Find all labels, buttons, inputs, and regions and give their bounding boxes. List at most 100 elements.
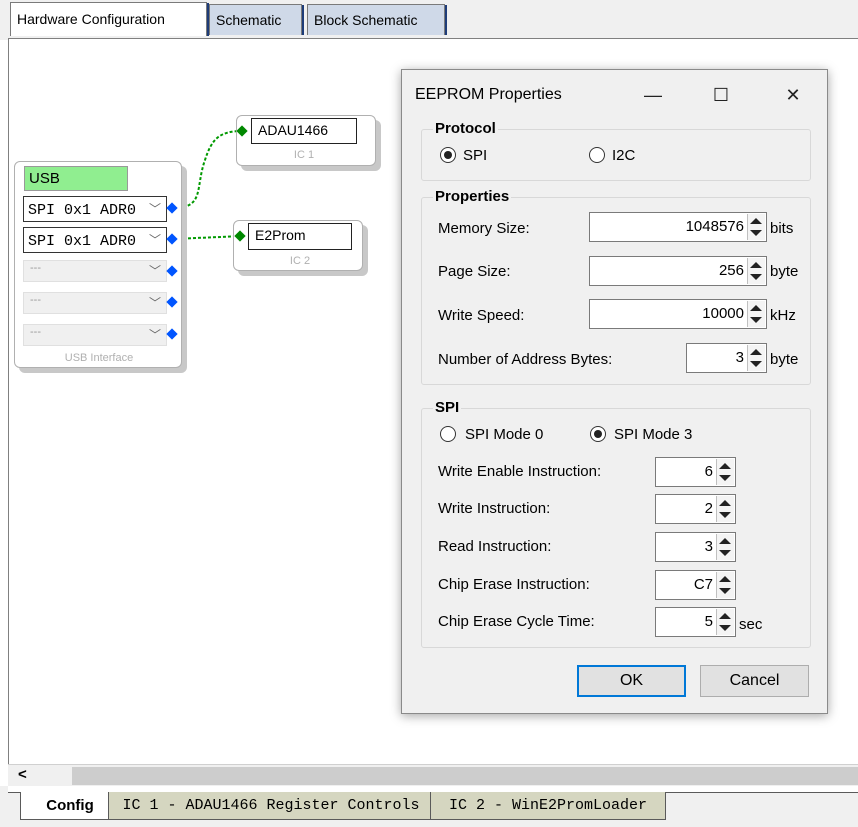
spin-up-icon [750, 305, 762, 311]
usb-block-header[interactable]: USB [24, 166, 128, 191]
field-value: C7 [693, 576, 713, 593]
field-value: 1048576 [685, 218, 744, 235]
spin-down-icon [719, 550, 731, 556]
spin-down-icon [719, 588, 731, 594]
spin-buttons[interactable] [747, 258, 765, 284]
tab-ic2-wine2promloader[interactable]: IC 2 - WinE2PromLoader [430, 792, 666, 820]
field-value: 2 [704, 500, 713, 517]
spin-buttons[interactable] [747, 345, 765, 371]
bottom-tab-strip: Config IC 1 - ADAU1466 Register Controls… [0, 786, 858, 827]
ic1-block[interactable]: ADAU1466 IC 1 [236, 115, 376, 166]
chevron-down-icon: ﹀ [148, 296, 161, 310]
unit-label: bits [770, 220, 794, 237]
spin-down-icon [750, 317, 762, 323]
tab-config[interactable]: Config [20, 792, 120, 820]
group-label: SPI [433, 399, 462, 416]
radio-spi-mode-0[interactable] [440, 426, 456, 442]
radio-i2c[interactable] [589, 147, 605, 163]
spin-up-icon [719, 463, 731, 469]
tab-ic1-register-controls[interactable]: IC 1 - ADAU1466 Register Controls [108, 792, 434, 820]
dropdown-value: SPI 0x1 ADR0 [28, 233, 137, 250]
write-enable-instruction-input[interactable]: 6 [655, 457, 736, 487]
spin-up-icon [719, 613, 731, 619]
field-value: 3 [704, 538, 713, 555]
spin-buttons[interactable] [716, 572, 734, 598]
unit-label: sec [739, 616, 763, 633]
block-caption: IC 1 [293, 149, 315, 161]
address-bytes-label: Number of Address Bytes: [438, 351, 613, 368]
radio-spi[interactable] [440, 147, 456, 163]
chevron-down-icon: ﹀ [148, 328, 161, 342]
usb-port-dropdown[interactable]: SPI 0x1 ADR0 ﹀ [23, 196, 167, 222]
field-value: 3 [735, 349, 744, 366]
chevron-down-icon: ﹀ [148, 202, 161, 216]
dropdown-value: --- [30, 262, 41, 274]
write-enable-instruction-label: Write Enable Instruction: [438, 463, 602, 480]
ic2-block[interactable]: E2Prom IC 2 [233, 220, 363, 271]
spin-buttons[interactable] [747, 214, 765, 240]
cancel-button[interactable]: Cancel [700, 665, 809, 697]
spin-buttons[interactable] [716, 459, 734, 485]
write-instruction-input[interactable]: 2 [655, 494, 736, 524]
address-bytes-input[interactable]: 3 [686, 343, 767, 373]
chevron-down-icon: ﹀ [148, 264, 161, 278]
chip-erase-cycle-time-label: Chip Erase Cycle Time: [438, 613, 595, 630]
write-speed-label: Write Speed: [438, 307, 525, 324]
page-size-label: Page Size: [438, 263, 511, 280]
radio-label: I2C [612, 147, 636, 164]
spin-down-icon [719, 512, 731, 518]
scroll-left-arrow[interactable]: < [18, 766, 27, 783]
minimize-button[interactable]: — [630, 80, 676, 110]
radio-label: SPI Mode 0 [465, 426, 544, 443]
write-instruction-label: Write Instruction: [438, 500, 551, 517]
dropdown-value: SPI 0x1 ADR0 [28, 202, 137, 219]
spin-down-icon [750, 274, 762, 280]
ok-button[interactable]: OK [577, 665, 686, 697]
usb-port-dropdown[interactable]: SPI 0x1 ADR0 ﹀ [23, 227, 167, 253]
read-instruction-label: Read Instruction: [438, 538, 552, 555]
close-button[interactable]: ✕ [770, 80, 816, 110]
chip-erase-instruction-label: Chip Erase Instruction: [438, 576, 590, 593]
spin-buttons[interactable] [747, 301, 765, 327]
dropdown-value: --- [30, 326, 41, 338]
spin-up-icon [750, 262, 762, 268]
maximize-button[interactable]: ☐ [698, 80, 744, 110]
spin-up-icon [750, 349, 762, 355]
write-speed-input[interactable]: 10000 [589, 299, 767, 329]
usb-port-dropdown[interactable]: --- ﹀ [23, 324, 167, 346]
ic1-name: ADAU1466 [251, 118, 357, 144]
block-caption: IC 2 [289, 255, 311, 267]
field-value: 10000 [702, 305, 744, 322]
spin-up-icon [719, 500, 731, 506]
usb-interface-block[interactable]: USB SPI 0x1 ADR0 ﹀ SPI 0x1 ADR0 ﹀ --- ﹀ ---… [14, 161, 182, 368]
radio-spi-mode-3[interactable] [590, 426, 606, 442]
spin-buttons[interactable] [716, 496, 734, 522]
usb-port-dropdown[interactable]: --- ﹀ [23, 292, 167, 314]
spin-down-icon [719, 475, 731, 481]
spin-up-icon [750, 218, 762, 224]
unit-label: byte [770, 351, 799, 368]
unit-label: byte [770, 263, 799, 280]
field-value: 6 [704, 463, 713, 480]
chip-erase-cycle-time-input[interactable]: 5 [655, 607, 736, 637]
spin-down-icon [750, 361, 762, 367]
eeprom-properties-dialog: EEPROM Properties — ☐ ✕ Protocol SPI I2C… [401, 69, 828, 714]
chip-erase-instruction-input[interactable]: C7 [655, 570, 736, 600]
spin-buttons[interactable] [716, 534, 734, 560]
usb-port-dropdown[interactable]: --- ﹀ [23, 260, 167, 282]
dialog-title: EEPROM Properties [415, 86, 562, 103]
spi-group: SPI [421, 399, 811, 648]
chevron-down-icon: ﹀ [148, 233, 161, 247]
horizontal-scrollbar[interactable]: < [8, 764, 858, 787]
scrollbar-thumb[interactable] [72, 767, 858, 785]
spin-buttons[interactable] [716, 609, 734, 635]
spin-down-icon [719, 625, 731, 631]
unit-label: kHz [770, 307, 796, 324]
ic2-name: E2Prom [248, 223, 352, 250]
memory-size-input[interactable]: 1048576 [589, 212, 767, 242]
spin-up-icon [719, 576, 731, 582]
dropdown-value: --- [30, 294, 41, 306]
read-instruction-input[interactable]: 3 [655, 532, 736, 562]
radio-label: SPI Mode 3 [614, 426, 693, 443]
page-size-input[interactable]: 256 [589, 256, 767, 286]
